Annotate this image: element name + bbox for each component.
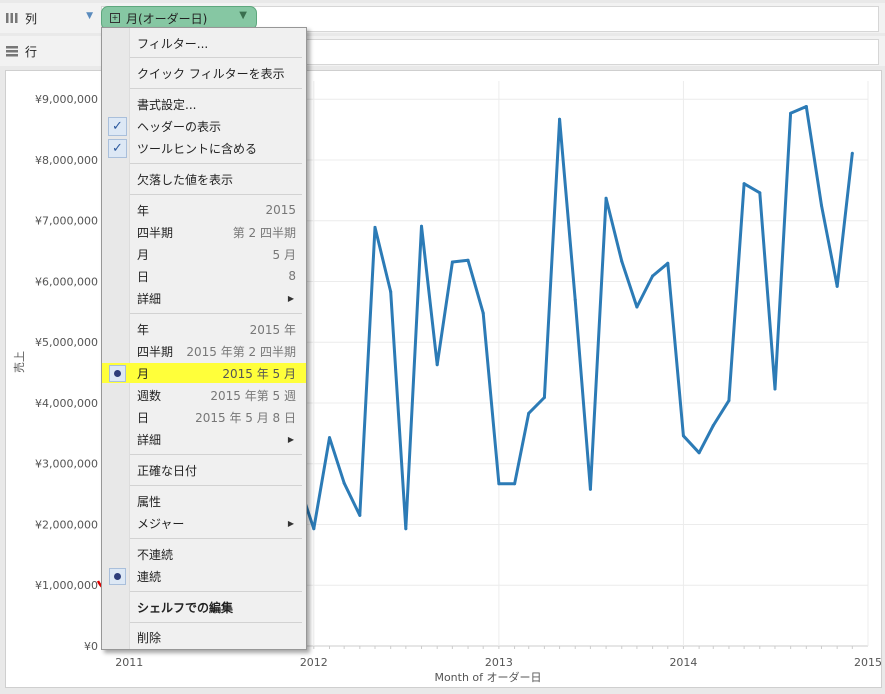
chevron-down-icon[interactable]: ▼ xyxy=(86,11,93,21)
data-point[interactable] xyxy=(573,298,577,302)
menu-measure[interactable]: メジャー ▶ xyxy=(102,513,306,533)
data-point[interactable] xyxy=(651,274,655,278)
data-point[interactable] xyxy=(435,363,439,367)
pill-label: 月(オーダー日) xyxy=(126,11,208,26)
data-point[interactable] xyxy=(604,196,608,200)
data-point[interactable] xyxy=(481,311,485,315)
submenu-arrow-icon: ▶ xyxy=(287,434,294,444)
y-tick-label: ¥5,000,000 xyxy=(35,336,98,349)
data-point[interactable] xyxy=(497,482,501,486)
columns-shelf-label[interactable]: 列 ▼ xyxy=(5,9,95,27)
x-tick-label: 2013 xyxy=(485,656,513,669)
data-point[interactable] xyxy=(635,305,639,309)
data-point[interactable] xyxy=(819,204,823,208)
menu-filter[interactable]: フィルター... xyxy=(102,33,306,53)
submenu-arrow-icon: ▶ xyxy=(287,518,294,528)
data-point[interactable] xyxy=(404,527,408,531)
checkmark-icon: ✓ xyxy=(108,139,127,158)
menu-exact-date[interactable]: 正確な日付 xyxy=(102,460,306,480)
columns-label-text: 列 xyxy=(25,11,38,26)
x-tick-label: 2012 xyxy=(300,656,328,669)
data-point[interactable] xyxy=(420,224,424,228)
x-tick-label: 2011 xyxy=(115,656,143,669)
rows-icon xyxy=(6,46,18,57)
pill-context-menu: フィルター... クイック フィルターを表示 書式設定... ✓ ヘッダーの表示… xyxy=(101,27,307,650)
data-point[interactable] xyxy=(342,481,346,485)
data-point[interactable] xyxy=(773,387,777,391)
menu-edit-in-shelf[interactable]: シェルフでの編集 xyxy=(102,597,306,617)
data-point[interactable] xyxy=(758,191,762,195)
data-point[interactable] xyxy=(527,411,531,415)
data-point[interactable] xyxy=(697,451,701,455)
columns-icon xyxy=(6,13,18,23)
data-point[interactable] xyxy=(804,105,808,109)
y-axis-label: 売上 xyxy=(13,351,26,373)
menu-show-header[interactable]: ✓ ヘッダーの表示 xyxy=(102,116,306,136)
menu-continuous-day[interactable]: 日 2015 年 5 月 8 日 xyxy=(102,407,306,427)
menu-discrete-day[interactable]: 日8 xyxy=(102,266,306,286)
data-point[interactable] xyxy=(850,151,854,155)
menu-remove[interactable]: 削除 xyxy=(102,627,306,647)
menu-discrete-quarter[interactable]: 四半期第 2 四半期 xyxy=(102,222,306,242)
menu-continuous-year[interactable]: 年 2015 年 xyxy=(102,319,306,339)
menu-show-missing[interactable]: 欠落した値を表示 xyxy=(102,169,306,189)
menu-quick-filter[interactable]: クイック フィルターを表示 xyxy=(102,63,306,83)
chevron-down-icon[interactable]: ▼ xyxy=(239,10,247,21)
data-point[interactable] xyxy=(789,111,793,115)
menu-discrete[interactable]: 不連続 xyxy=(102,544,306,564)
radio-selected-icon xyxy=(109,365,126,382)
menu-include-tooltip[interactable]: ✓ ツールヒントに含める xyxy=(102,138,306,158)
data-point[interactable] xyxy=(373,225,377,229)
x-axis-label: Month of オーダー日 xyxy=(434,670,541,684)
y-tick-label: ¥6,000,000 xyxy=(35,275,98,288)
menu-continuous-quarter[interactable]: 四半期 2015 年第 2 四半期 xyxy=(102,341,306,361)
menu-format[interactable]: 書式設定... xyxy=(102,94,306,114)
rows-label-text: 行 xyxy=(25,44,38,59)
data-point[interactable] xyxy=(466,258,470,262)
checkmark-icon: ✓ xyxy=(108,117,127,136)
y-tick-label: ¥7,000,000 xyxy=(35,215,98,228)
x-tick-label: 2015 xyxy=(854,656,881,669)
menu-discrete-year[interactable]: 年 2015 xyxy=(102,200,306,220)
y-tick-label: ¥1,000,000 xyxy=(35,579,98,592)
data-point[interactable] xyxy=(588,487,592,491)
y-tick-label: ¥2,000,000 xyxy=(35,518,98,531)
menu-discrete-more[interactable]: 詳細 ▶ xyxy=(102,288,306,308)
menu-continuous-more[interactable]: 詳細 ▶ xyxy=(102,429,306,449)
y-tick-label: ¥4,000,000 xyxy=(35,397,98,410)
data-point[interactable] xyxy=(558,117,562,121)
menu-continuous-month[interactable]: 月 2015 年 5 月 xyxy=(102,363,306,383)
menu-continuous[interactable]: 連続 xyxy=(102,566,306,586)
y-tick-label: ¥3,000,000 xyxy=(35,458,98,471)
y-tick-label: ¥0 xyxy=(84,640,98,653)
data-point[interactable] xyxy=(450,260,454,264)
data-point[interactable] xyxy=(681,434,685,438)
data-point[interactable] xyxy=(389,290,393,294)
data-point[interactable] xyxy=(620,259,624,263)
data-point[interactable] xyxy=(711,423,715,427)
rows-shelf-label[interactable]: 行 xyxy=(5,42,95,60)
data-point[interactable] xyxy=(542,396,546,400)
data-point[interactable] xyxy=(666,261,670,265)
radio-selected-icon xyxy=(109,568,126,585)
menu-discrete-month[interactable]: 月5 月 xyxy=(102,244,306,264)
menu-continuous-week[interactable]: 週数 2015 年第 5 週 xyxy=(102,385,306,405)
y-tick-label: ¥8,000,000 xyxy=(35,154,98,167)
data-point[interactable] xyxy=(358,513,362,517)
submenu-arrow-icon: ▶ xyxy=(287,293,294,303)
data-point[interactable] xyxy=(327,436,331,440)
y-tick-label: ¥9,000,000 xyxy=(35,93,98,106)
data-point[interactable] xyxy=(727,399,731,403)
data-point[interactable] xyxy=(513,482,517,486)
data-point[interactable] xyxy=(835,284,839,288)
data-point[interactable] xyxy=(742,182,746,186)
data-point[interactable] xyxy=(312,527,316,531)
menu-attribute[interactable]: 属性 xyxy=(102,491,306,511)
x-tick-label: 2014 xyxy=(669,656,697,669)
expand-icon[interactable]: + xyxy=(110,13,120,23)
